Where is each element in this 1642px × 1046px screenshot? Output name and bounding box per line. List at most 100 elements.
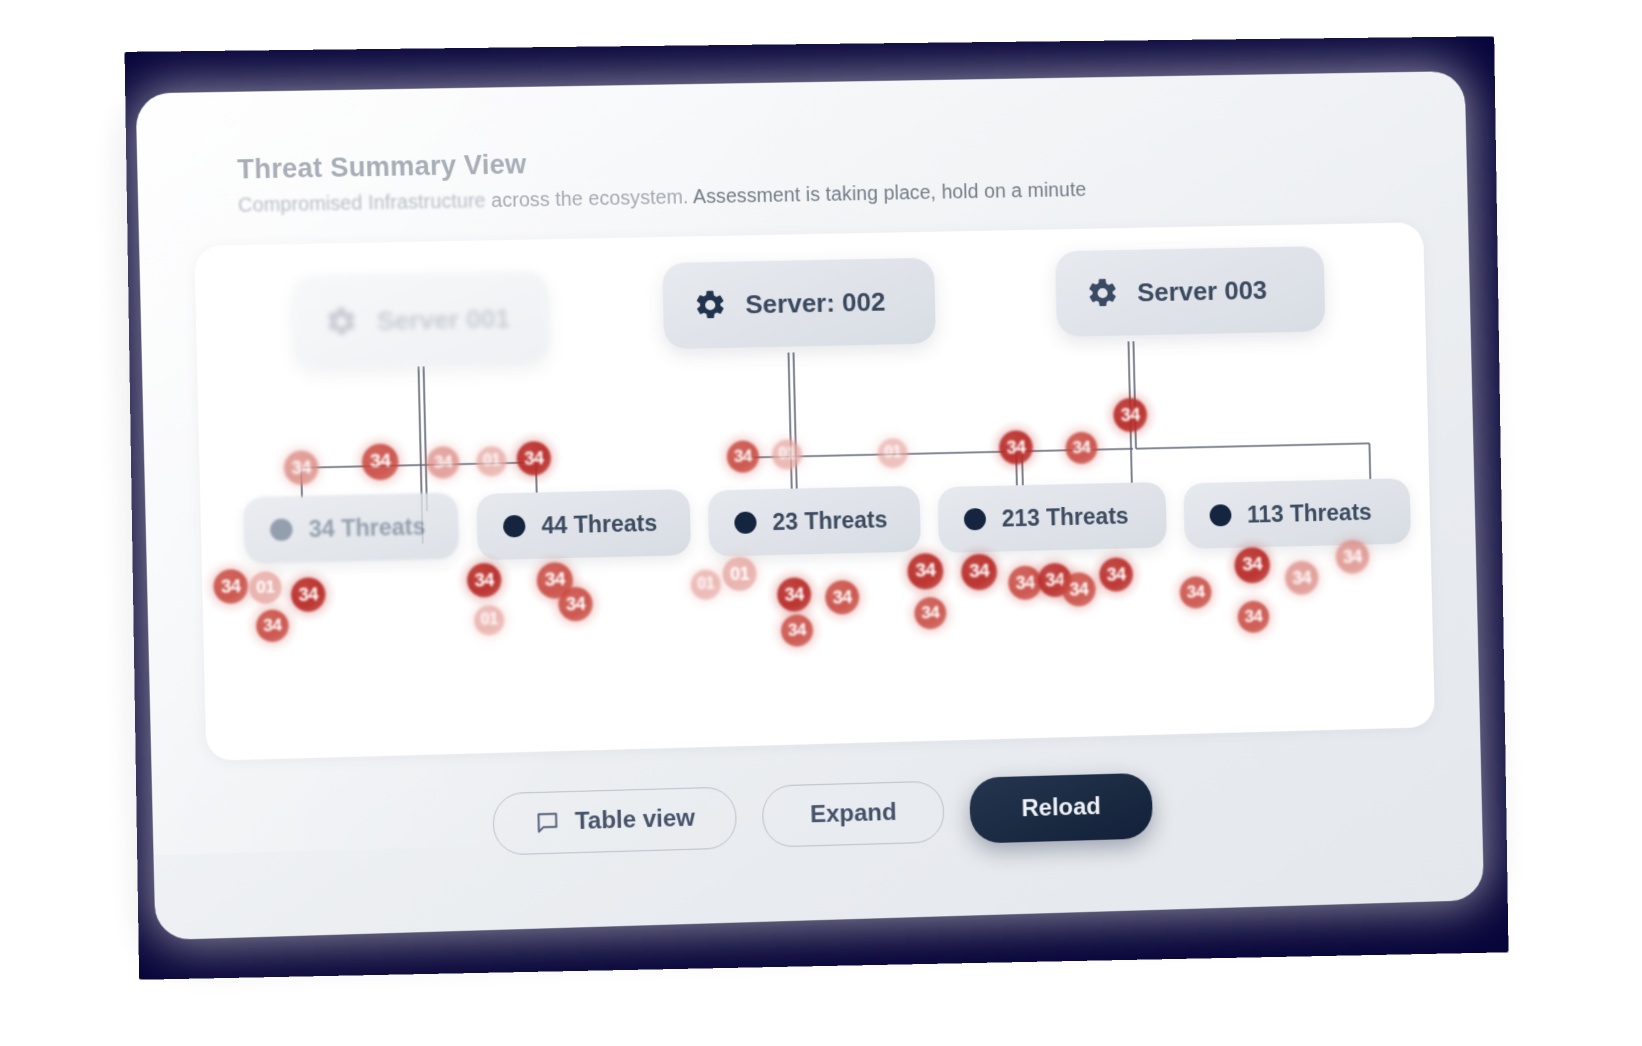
status-dot-icon	[269, 518, 293, 542]
threat-count-badge[interactable]: 34	[960, 553, 998, 591]
threat-count-badge[interactable]: 34	[1234, 546, 1271, 584]
threat-count-badge-value: 34	[787, 620, 807, 640]
threat-count-badge[interactable]: 01	[877, 437, 909, 469]
threat-count-badge-value: 34	[921, 602, 940, 623]
threat-count-badge-value: 34	[474, 569, 495, 591]
threat-count-badge[interactable]: 34	[361, 443, 399, 481]
threat-count-badge-value: 34	[524, 447, 544, 469]
threat-count-badge[interactable]: 01	[476, 445, 508, 477]
threat-count-badge-value: 01	[256, 577, 275, 597]
threat-group-chip[interactable]: 23 Threats	[707, 485, 921, 557]
threat-count-badge[interactable]: 01	[473, 604, 505, 636]
threat-count-badge[interactable]: 34	[558, 586, 594, 622]
subtitle-segment-1: Compromised Infrastructure	[237, 190, 486, 217]
threat-count-badge[interactable]: 34	[1237, 600, 1270, 634]
threat-count-badge[interactable]: 34	[1113, 397, 1148, 433]
threat-count-badge-value: 34	[915, 560, 936, 582]
gear-icon	[1089, 278, 1117, 307]
threat-count-badge[interactable]: 34	[824, 579, 860, 615]
threat-count-badge-value: 34	[1342, 546, 1363, 567]
threat-count-badge[interactable]: 34	[516, 440, 552, 476]
threat-group-label: 23 Threats	[772, 505, 888, 535]
dashboard-panel-wrapper: Threat Summary View Compromised Infrastr…	[135, 71, 1485, 941]
threat-count-badge-value: 01	[480, 611, 498, 629]
threat-count-badge-value: 34	[733, 446, 753, 466]
server-node-003[interactable]: Server 003	[1055, 246, 1326, 337]
threat-count-badge-value: 34	[1244, 606, 1263, 627]
threat-badge-layer: 34 34 34 01 34 34 01 01 34 34 34 34 01 34 34 34 01 34 34 01…	[194, 222, 1423, 647]
server-node-002[interactable]: Server: 002	[662, 257, 936, 350]
threat-count-badge-value: 01	[697, 575, 715, 594]
gear-icon	[327, 307, 356, 336]
threat-group-chip[interactable]: 44 Threats	[476, 488, 692, 561]
threat-count-badge-value: 34	[544, 569, 566, 591]
table-view-button[interactable]: Table view	[492, 786, 738, 856]
threat-count-badge[interactable]: 34	[1179, 576, 1212, 609]
threat-count-badge[interactable]: 34	[726, 440, 760, 474]
threat-count-badge-value: 34	[1120, 404, 1140, 425]
threat-group-chip[interactable]: 113 Threats	[1183, 478, 1412, 550]
status-dot-icon	[1209, 504, 1232, 527]
expand-button[interactable]: Expand	[761, 780, 945, 848]
threat-count-badge[interactable]: 34	[1335, 539, 1370, 575]
threat-count-badge[interactable]: 34	[466, 562, 502, 598]
threat-count-badge-value: 34	[369, 450, 391, 473]
threat-count-badge[interactable]: 01	[690, 569, 722, 601]
threat-count-badge-value: 34	[220, 575, 241, 597]
server-node-001[interactable]: Server 001	[292, 271, 550, 370]
threat-count-badge[interactable]: 34	[255, 609, 290, 643]
threat-count-badge[interactable]: 34	[1284, 560, 1319, 596]
threat-count-badge[interactable]: 34	[290, 577, 326, 613]
threat-group-label: 213 Threats	[1001, 502, 1129, 532]
reload-button[interactable]: Reload	[969, 772, 1154, 844]
threat-count-badge[interactable]: 01	[722, 556, 758, 592]
threat-count-badge-value: 34	[832, 586, 852, 608]
threat-count-badge[interactable]: 34	[998, 430, 1034, 465]
threat-group-chip[interactable]: 34 Threats	[242, 492, 460, 564]
threat-count-badge[interactable]: 34	[1098, 557, 1134, 592]
threat-count-badge[interactable]: 34	[914, 596, 947, 630]
status-dot-icon	[502, 514, 526, 538]
subtitle-segment-3: Assessment is taking place, hold on a mi…	[692, 178, 1087, 209]
server-node-label: Server 003	[1136, 274, 1268, 307]
server-node-label: Server 001	[376, 302, 511, 336]
screenshot-stage: Threat Summary View Compromised Infrastr…	[0, 0, 1642, 1046]
status-dot-icon	[963, 507, 987, 531]
threat-count-badge-value: 01	[729, 563, 750, 584]
threat-group-label: 113 Threats	[1246, 498, 1372, 528]
threat-count-badge[interactable]: 34	[776, 577, 812, 613]
threat-count-badge-value: 34	[1106, 563, 1126, 585]
threat-count-badge-value: 34	[1015, 572, 1035, 593]
threat-count-badge[interactable]: 34	[426, 446, 460, 479]
threat-count-badge[interactable]: 34	[283, 450, 319, 486]
threat-count-badge[interactable]: 01	[771, 439, 803, 471]
threat-count-badge[interactable]: 34	[907, 552, 944, 590]
action-bar: Table view Expand Reload	[152, 763, 1482, 867]
threat-count-badge-value: 34	[1006, 436, 1026, 458]
chat-bubble-icon	[534, 809, 561, 836]
threat-count-badge[interactable]: 01	[248, 571, 283, 605]
threat-graph-canvas: Server 001 Server: 002 Server 003 34 Thr…	[194, 222, 1435, 761]
threat-count-badge-value: 34	[1069, 578, 1089, 600]
threat-count-badge-value: 34	[1186, 582, 1205, 602]
threat-count-badge-value: 34	[784, 583, 804, 605]
threat-count-badge[interactable]: 34	[1065, 431, 1098, 465]
table-view-label: Table view	[574, 804, 696, 836]
reload-label: Reload	[1021, 793, 1102, 823]
threat-count-badge[interactable]: 34	[1061, 572, 1097, 607]
threat-count-badge-value: 34	[565, 593, 586, 614]
threat-count-badge-value: 34	[433, 452, 453, 472]
threat-count-badge-value: 34	[298, 583, 319, 605]
threat-group-chip[interactable]: 213 Threats	[937, 481, 1167, 554]
threat-count-badge-value: 34	[1292, 567, 1312, 588]
dashboard-panel: Threat Summary View Compromised Infrastr…	[135, 71, 1485, 941]
threat-count-badge-value: 34	[263, 615, 282, 636]
panel-header: Threat Summary View Compromised Infrastr…	[237, 136, 1289, 218]
subtitle-segment-2: across the ecosystem.	[485, 186, 694, 213]
threat-count-badge-value: 34	[291, 456, 312, 478]
threat-graph-inner: Server 001 Server: 002 Server 003 34 Thr…	[194, 222, 1435, 761]
threat-count-badge[interactable]: 34	[780, 614, 814, 647]
threat-count-badge[interactable]: 34	[213, 568, 249, 605]
threat-group-label: 34 Threats	[308, 512, 426, 542]
threat-count-badge-value: 34	[1072, 437, 1091, 458]
